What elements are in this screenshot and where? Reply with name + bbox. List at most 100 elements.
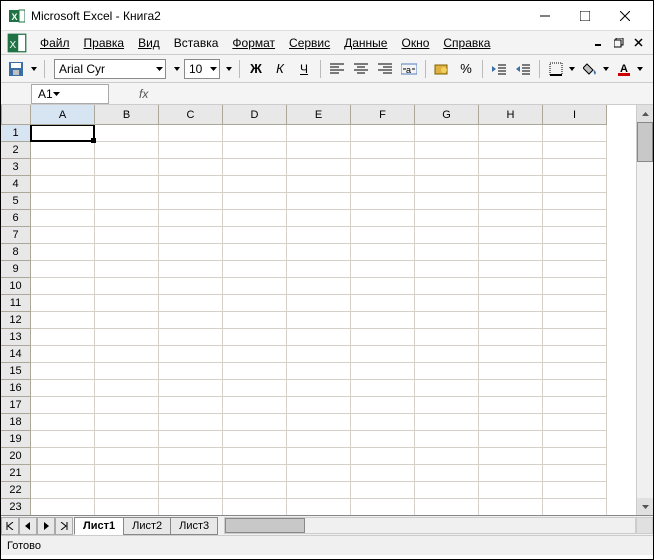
cell[interactable] [287,346,351,363]
cell[interactable] [351,397,415,414]
row-header[interactable]: 10 [1,278,31,295]
fill-color-dropdown[interactable] [601,67,611,71]
cell[interactable] [223,414,287,431]
cell[interactable] [415,448,479,465]
cell[interactable] [351,414,415,431]
cell[interactable] [351,448,415,465]
column-header[interactable]: B [95,105,159,125]
italic-button[interactable]: К [269,58,291,80]
cell[interactable] [415,125,479,142]
column-header[interactable]: H [479,105,543,125]
cell[interactable] [159,159,223,176]
cell[interactable] [159,414,223,431]
cell[interactable] [31,227,95,244]
cell[interactable] [287,329,351,346]
cell[interactable] [351,278,415,295]
cell[interactable] [479,482,543,499]
cell[interactable] [479,278,543,295]
cell[interactable] [479,227,543,244]
cell[interactable] [351,312,415,329]
cell[interactable] [479,414,543,431]
cell[interactable] [159,142,223,159]
cell[interactable] [287,312,351,329]
cell[interactable] [287,227,351,244]
menu-edit[interactable]: Правка [77,36,132,50]
row-header[interactable]: 14 [1,346,31,363]
cell[interactable] [415,482,479,499]
cell[interactable] [159,244,223,261]
scroll-down-arrow[interactable] [637,498,653,515]
cell[interactable] [287,244,351,261]
cell[interactable] [287,499,351,515]
cell[interactable] [223,499,287,515]
row-header[interactable]: 5 [1,193,31,210]
cell[interactable] [223,125,287,142]
align-left-button[interactable] [326,58,348,80]
cell[interactable] [159,329,223,346]
cell[interactable] [159,176,223,193]
cell[interactable] [543,448,607,465]
cell[interactable] [95,329,159,346]
fill-color-button[interactable] [579,58,601,80]
percent-button[interactable]: % [455,58,477,80]
cell[interactable] [543,125,607,142]
cell[interactable] [95,193,159,210]
cell[interactable] [223,244,287,261]
cell[interactable] [543,244,607,261]
name-box[interactable]: A1 [31,84,109,104]
cell[interactable] [479,142,543,159]
cell[interactable] [95,448,159,465]
cell[interactable] [223,210,287,227]
select-all-corner[interactable] [1,105,31,125]
cell[interactable] [223,261,287,278]
cell[interactable] [159,465,223,482]
cell[interactable] [479,295,543,312]
cell[interactable] [223,482,287,499]
cell[interactable] [223,193,287,210]
underline-button[interactable]: Ч [293,58,315,80]
cell[interactable] [543,414,607,431]
font-size-selector[interactable]: 10 [184,59,220,79]
cell[interactable] [223,176,287,193]
font-name-selector[interactable]: Arial Cyr [54,59,166,79]
doc-restore-button[interactable] [610,34,628,52]
cell[interactable] [415,499,479,515]
cell[interactable] [415,278,479,295]
column-header[interactable]: E [287,105,351,125]
menu-data[interactable]: Данные [337,36,394,50]
cell[interactable] [287,159,351,176]
cell[interactable] [95,159,159,176]
cell[interactable] [95,295,159,312]
cell[interactable] [287,176,351,193]
sheet-nav-next[interactable] [37,517,55,535]
font-color-dropdown[interactable] [635,67,645,71]
cell[interactable] [95,499,159,515]
cell[interactable] [31,295,95,312]
cell[interactable] [351,176,415,193]
cell[interactable] [31,159,95,176]
cell[interactable] [95,125,159,142]
cell[interactable] [223,363,287,380]
save-dropdown[interactable] [29,67,39,71]
cell[interactable] [223,397,287,414]
cell[interactable] [479,261,543,278]
cell[interactable] [95,363,159,380]
cell[interactable] [287,414,351,431]
cell[interactable] [479,431,543,448]
cell[interactable] [159,380,223,397]
cell[interactable] [415,176,479,193]
cell[interactable] [415,465,479,482]
cell[interactable] [415,210,479,227]
cell[interactable] [543,159,607,176]
menu-view[interactable]: Вид [131,36,167,50]
cell[interactable] [479,125,543,142]
hscroll-thumb[interactable] [225,518,305,533]
cell[interactable] [31,329,95,346]
cell[interactable] [351,499,415,515]
cell[interactable] [223,142,287,159]
font-name-dropdown[interactable] [172,67,182,71]
row-header[interactable]: 6 [1,210,31,227]
cell[interactable] [415,261,479,278]
cell[interactable] [543,363,607,380]
cell[interactable] [95,278,159,295]
